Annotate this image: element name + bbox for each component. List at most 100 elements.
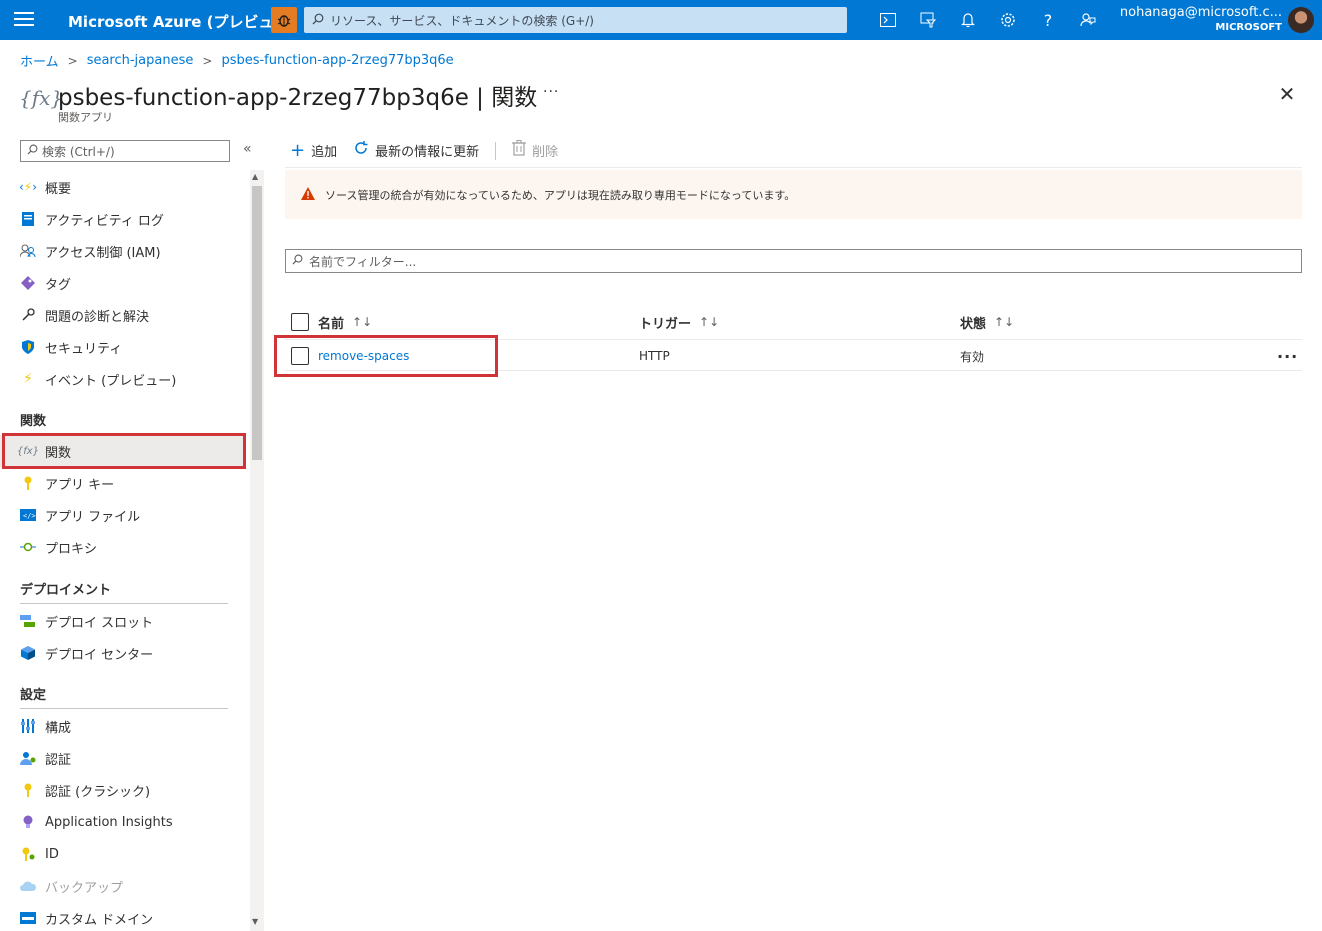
deploy-slots-icon [20, 613, 36, 629]
cloud-shell-icon[interactable] [868, 8, 908, 32]
collapse-sidebar-icon[interactable]: « [243, 141, 252, 157]
gear-icon[interactable] [988, 8, 1028, 32]
sidebar-item-label: 概要 [45, 181, 72, 197]
sidebar-item-tags[interactable]: タグ [0, 267, 246, 299]
toolbar-divider [495, 141, 497, 160]
delete-button[interactable]: 削除 [512, 140, 558, 161]
sidebar-item-label: Application Insights [45, 814, 173, 830]
column-header-trigger[interactable]: トリガー ↑↓ [639, 306, 719, 338]
bell-icon[interactable] [948, 8, 988, 32]
refresh-button[interactable]: 最新の情報に更新 [353, 140, 479, 161]
feedback-icon[interactable] [1068, 8, 1108, 32]
search-icon [27, 144, 38, 158]
sidebar-item-activity-log[interactable]: アクティビティ ログ [0, 203, 246, 235]
domain-icon [20, 910, 36, 926]
sidebar-item-label: 認証 (クラシック) [45, 784, 151, 800]
sidebar-item-app-keys[interactable]: アプリ キー [0, 467, 246, 499]
select-all-checkbox[interactable] [291, 306, 309, 338]
row-more-options-icon[interactable]: ··· [1277, 340, 1298, 372]
account-org: MICROSOFT [1215, 22, 1282, 33]
sidebar-item-label: セキュリティ [45, 341, 123, 357]
sidebar-scrollbar-thumb[interactable] [252, 186, 262, 460]
function-trigger: HTTP [639, 349, 670, 363]
sidebar-item-configuration[interactable]: 構成 [0, 710, 246, 742]
sidebar-item-label: アプリ キー [45, 477, 115, 493]
sidebar-item-events[interactable]: ⚡ イベント (プレビュー) [0, 363, 246, 395]
sidebar-item-overview[interactable]: ‹ ⚡ › 概要 [0, 171, 246, 203]
sidebar-item-app-files[interactable]: </> アプリ ファイル [0, 499, 246, 531]
add-label: 追加 [311, 145, 338, 160]
cube-icon [20, 645, 36, 661]
column-header-status[interactable]: 状態 ↑↓ [960, 306, 1014, 338]
shield-icon [20, 339, 36, 355]
avatar[interactable] [1288, 7, 1314, 33]
delete-label: 削除 [532, 145, 559, 160]
sliders-icon [20, 718, 36, 734]
refresh-label: 最新の情報に更新 [375, 145, 480, 160]
sidebar-item-proxies[interactable]: プロキシ [0, 531, 246, 563]
sidebar-item-label: イベント (プレビュー) [45, 373, 177, 389]
highlight-box-functions-nav [2, 433, 246, 469]
section-divider [20, 603, 228, 604]
sidebar-item-label: ID [45, 846, 59, 862]
sidebar-item-app-insights[interactable]: Application Insights [0, 806, 246, 838]
chevron-right-icon: > [202, 53, 213, 68]
column-status-label: 状態 [960, 316, 987, 332]
sidebar-item-backup: バックアップ [0, 870, 246, 902]
sidebar-item-deploy-slots[interactable]: デプロイ スロット [0, 605, 246, 637]
command-bar: + 追加 最新の情報に更新 削除 [290, 140, 574, 161]
sidebar-item-iam[interactable]: アクセス制御 (IAM) [0, 235, 246, 267]
hamburger-menu-icon[interactable] [14, 12, 34, 28]
breadcrumb-home[interactable]: ホーム [20, 51, 59, 70]
sidebar-item-security[interactable]: セキュリティ [0, 331, 246, 363]
readonly-warning-banner: ソース管理の統合が有効になっているため、アプリは現在読み取り専用モードになってい… [285, 170, 1302, 219]
sidebar-item-label: 構成 [45, 720, 72, 736]
breadcrumb-search-japanese[interactable]: search-japanese [87, 53, 194, 68]
name-filter-placeholder: 名前でフィルター... [309, 254, 417, 269]
search-icon [292, 254, 303, 268]
sidebar-section-functions: 関数 [20, 414, 47, 429]
column-name-label: 名前 [318, 316, 345, 332]
global-search-input[interactable]: リソース、サービス、ドキュメントの検索 (G+/) [304, 7, 847, 33]
sidebar-item-auth[interactable]: 認証 [0, 742, 246, 774]
add-button[interactable]: + 追加 [290, 140, 337, 161]
close-icon[interactable]: ✕ [1277, 82, 1297, 106]
scroll-down-icon[interactable]: ▼ [252, 917, 258, 926]
portal-brand[interactable]: Microsoft Azure (プレビュー) [68, 11, 295, 32]
sidebar-item-label: タグ [45, 277, 72, 293]
breadcrumb-function-app[interactable]: psbes-function-app-2rzeg77bp3q6e [221, 53, 453, 68]
sort-arrow-icon: ↑↓ [699, 315, 720, 329]
key-icon [20, 475, 36, 491]
user-auth-icon [20, 750, 36, 766]
proxy-icon [20, 539, 36, 555]
sidebar-item-diagnose[interactable]: 問題の診断と解決 [0, 299, 246, 331]
sidebar-item-label: アクセス制御 (IAM) [45, 245, 161, 261]
refresh-icon [353, 140, 369, 161]
sidebar-item-deploy-center[interactable]: デプロイ センター [0, 637, 246, 669]
sidebar-item-identity[interactable]: ID [0, 838, 246, 870]
account-menu[interactable]: nohanaga@microsoft.c... MICROSOFT [1120, 5, 1282, 33]
code-file-icon: </> [20, 507, 36, 523]
sidebar-section-deployment: デプロイメント [20, 583, 112, 598]
overview-icon: ‹ ⚡ › [18, 180, 38, 194]
key-icon [20, 782, 36, 798]
cloud-backup-icon [20, 878, 36, 894]
directory-filter-icon[interactable] [908, 8, 948, 32]
sidebar-item-auth-classic[interactable]: 認証 (クラシック) [0, 774, 246, 806]
sidebar-search-input[interactable]: 検索 (Ctrl+/) [20, 140, 230, 162]
sidebar-item-label: バックアップ [45, 880, 124, 896]
toolbar-bottom-divider [285, 167, 1302, 168]
sidebar-item-custom-domains[interactable]: カスタム ドメイン [0, 902, 246, 931]
bug-report-icon[interactable] [271, 7, 297, 33]
sidebar-search-placeholder: 検索 (Ctrl+/) [42, 144, 115, 159]
help-icon[interactable]: ? [1028, 8, 1068, 32]
plus-icon: + [290, 140, 306, 161]
breadcrumb: ホーム > search-japanese > psbes-function-a… [20, 51, 454, 70]
people-icon [20, 243, 36, 259]
name-filter-input[interactable]: 名前でフィルター... [285, 249, 1302, 273]
scroll-up-icon[interactable]: ▲ [252, 172, 258, 181]
more-options-icon[interactable]: ··· [543, 84, 559, 100]
lightning-icon: ⚡ [23, 371, 33, 387]
sort-arrow-icon: ↑↓ [352, 315, 373, 329]
column-header-name[interactable]: 名前 ↑↓ [318, 306, 372, 338]
